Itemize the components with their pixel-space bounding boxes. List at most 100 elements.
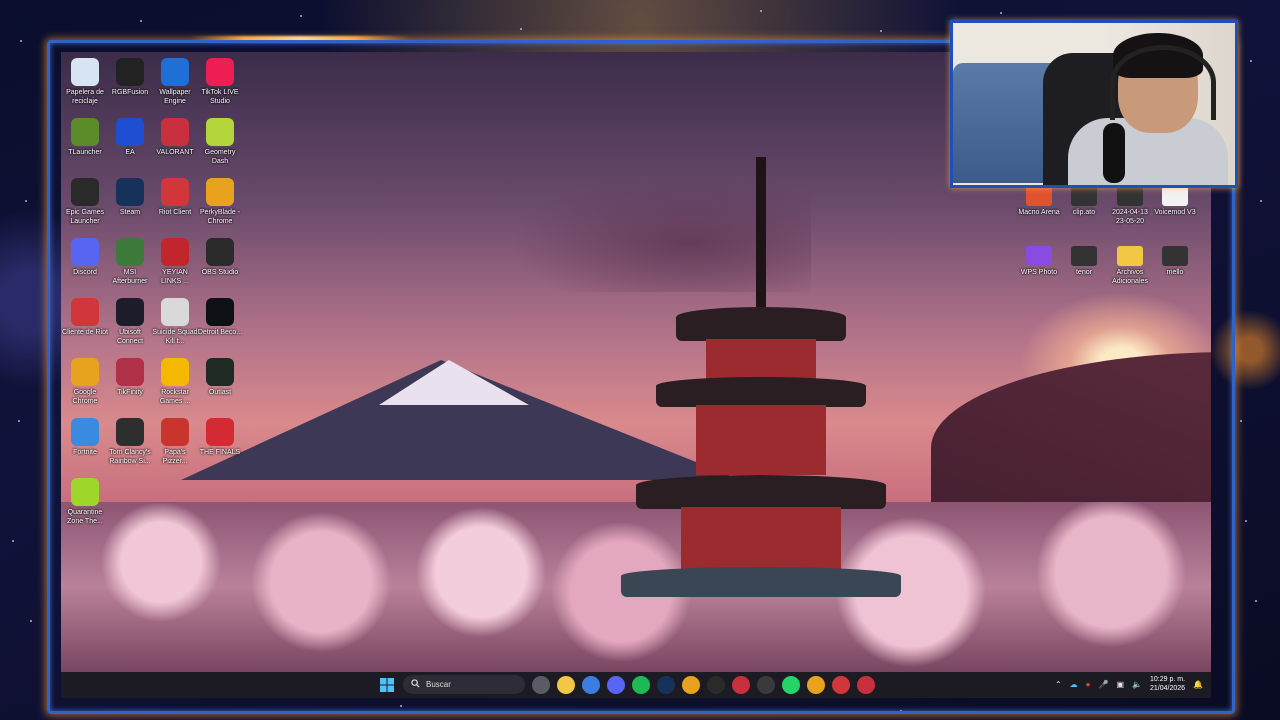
- desktop-shortcut[interactable]: Discord: [62, 236, 108, 294]
- video-file-icon: [1117, 186, 1143, 206]
- minecraft-block-icon: [71, 118, 99, 146]
- ea-icon: [116, 118, 144, 146]
- task-view-icon[interactable]: [532, 675, 550, 694]
- volume-icon[interactable]: 🔈: [1132, 680, 1142, 689]
- desktop-shortcut[interactable]: MSI Afterburner: [107, 236, 153, 294]
- desktop-shortcut-label: Outlast: [208, 389, 232, 396]
- geometry-dash-icon: [206, 118, 234, 146]
- desktop-shortcut[interactable]: TikTok LIVE Studio: [197, 56, 243, 114]
- file-explorer-icon[interactable]: [557, 675, 575, 694]
- desktop-shortcut[interactable]: Outlast: [197, 356, 243, 414]
- desktop-shortcut[interactable]: Fortnite: [62, 416, 108, 474]
- rainbow-six-icon: [116, 418, 144, 446]
- desktop-shortcut[interactable]: Suicide Squad Kill t...: [152, 296, 198, 354]
- desktop-shortcut[interactable]: VALORANT: [152, 116, 198, 174]
- desktop-shortcut[interactable]: Tom Clancy's Rainbow Si...: [107, 416, 153, 474]
- antivirus-icon[interactable]: ●: [1086, 680, 1091, 689]
- tiktok-icon: [206, 58, 234, 86]
- obs-icon: [206, 238, 234, 266]
- desktop-shortcut-label: EA: [125, 149, 135, 156]
- detroit-icon: [206, 298, 234, 326]
- discord-icon: [71, 238, 99, 266]
- fortnite-icon: [71, 418, 99, 446]
- rockstar-icon: [161, 358, 189, 386]
- whatsapp-icon[interactable]: [782, 675, 800, 694]
- spotify-icon[interactable]: [632, 675, 650, 694]
- desktop-shortcut-label: Papa's Pizzer...: [162, 449, 188, 465]
- steam-icon[interactable]: [657, 675, 675, 694]
- desktop-shortcut[interactable]: Ubisoft Connect: [107, 296, 153, 354]
- onedrive-icon[interactable]: ☁: [1070, 680, 1078, 689]
- chevron-up-icon[interactable]: ⌃: [1055, 680, 1062, 689]
- valorant-icon[interactable]: [732, 675, 750, 694]
- desktop-shortcut-label: Ubisoft Connect: [116, 329, 144, 345]
- desktop-shortcut-label: Rockstar Games ...: [159, 389, 191, 405]
- desktop-shortcut-label: Steam: [119, 209, 141, 216]
- desktop-file-label: WPS Photo: [1020, 269, 1058, 276]
- mountain-snowcap: [379, 360, 529, 405]
- desktop-shortcut[interactable]: Rockstar Games ...: [152, 356, 198, 414]
- desktop-shortcut-label: TLauncher: [68, 149, 102, 156]
- desktop-shortcut[interactable]: Papa's Pizzer...: [152, 416, 198, 474]
- desktop-shortcut[interactable]: Epic Games Launcher: [62, 176, 108, 234]
- taskbar-apps: [532, 675, 875, 694]
- desktop-shortcut[interactable]: Cliente de Riot: [62, 296, 108, 354]
- epic-games-icon[interactable]: [707, 675, 725, 694]
- network-icon[interactable]: ▣: [1116, 680, 1124, 689]
- desktop-shortcut[interactable]: Riot Client: [152, 176, 198, 234]
- desktop-shortcut-label: Fortnite: [73, 449, 97, 456]
- desktop-shortcut[interactable]: YEYIAN LINKS ...: [152, 236, 198, 294]
- desktop-shortcut-label: THE FINALS: [199, 449, 241, 456]
- wallpaper-engine-icon: [161, 58, 189, 86]
- desktop-shortcut-label: Google Chrome: [72, 389, 98, 405]
- desktop-shortcut[interactable]: PerkyBlade - Chrome: [197, 176, 243, 234]
- desktop-shortcut[interactable]: THE FINALS: [197, 416, 243, 474]
- desktop-file[interactable]: Archivos Adicionales: [1107, 244, 1153, 302]
- desktop-shortcut[interactable]: Papelera de reciclaje: [62, 56, 108, 114]
- taskbar: Buscar ⌃ ☁ ● 🎤 ▣ 🔈 10:29 p. m. 21/04/202…: [61, 672, 1211, 698]
- desktop-file[interactable]: clip.ato: [1061, 184, 1107, 242]
- desktop-file[interactable]: Voicemod V3: [1152, 184, 1198, 242]
- wps-photo-icon: [1026, 246, 1052, 266]
- microphone-icon[interactable]: 🎤: [1098, 680, 1108, 689]
- video-file-icon: [1071, 186, 1097, 206]
- riot-icon[interactable]: [832, 675, 850, 694]
- chrome-icon[interactable]: [682, 675, 700, 694]
- chrome-icon[interactable]: [807, 675, 825, 694]
- windows-start-icon[interactable]: [377, 675, 396, 694]
- steam-icon: [116, 178, 144, 206]
- papas-pizzeria-icon: [161, 418, 189, 446]
- desktop-shortcut[interactable]: Google Chrome: [62, 356, 108, 414]
- desktop-file-label: mello: [1166, 269, 1184, 276]
- desktop-file[interactable]: WPS Photo: [1016, 244, 1062, 302]
- desktop-file[interactable]: 2024-04-13 23-05-20: [1107, 184, 1153, 242]
- obs-icon[interactable]: [757, 675, 775, 694]
- desktop-shortcut[interactable]: OBS Studio: [197, 236, 243, 294]
- desktop-shortcut[interactable]: Steam: [107, 176, 153, 234]
- rgb-fusion-icon: [116, 58, 144, 86]
- taskbar-search[interactable]: Buscar: [403, 675, 525, 694]
- store-icon[interactable]: [582, 675, 600, 694]
- desktop-file[interactable]: mello: [1152, 244, 1198, 302]
- discord-icon[interactable]: [607, 675, 625, 694]
- desktop-shortcut[interactable]: TikFinity: [107, 356, 153, 414]
- desktop-shortcut[interactable]: RGBFusion: [107, 56, 153, 114]
- desktop-shortcut[interactable]: EA: [107, 116, 153, 174]
- desktop-shortcut[interactable]: Geometry Dash: [197, 116, 243, 174]
- desktop-shortcut-label: Riot Client: [158, 209, 192, 216]
- valorant-icon[interactable]: [857, 675, 875, 694]
- desktop-shortcut[interactable]: Quarantine Zone The...: [62, 476, 108, 534]
- desktop-shortcut-label: Discord: [73, 269, 97, 276]
- search-icon: [411, 679, 420, 690]
- desktop-file[interactable]: tenor: [1061, 244, 1107, 302]
- desktop-shortcut[interactable]: TLauncher: [62, 116, 108, 174]
- blank-file-icon: [1162, 186, 1188, 206]
- desktop-shortcut[interactable]: Detroit Beco...: [197, 296, 243, 354]
- taskbar-center: Buscar: [377, 675, 875, 694]
- clock[interactable]: 10:29 p. m. 21/04/2026: [1150, 675, 1185, 693]
- desktop-shortcut[interactable]: Wallpaper Engine: [152, 56, 198, 114]
- desktop-shortcut-label: VALORANT: [156, 149, 194, 156]
- desktop-file[interactable]: Macno Arena: [1016, 184, 1062, 242]
- quarantine-zone-icon: [71, 478, 99, 506]
- notifications-icon[interactable]: 🔔: [1193, 680, 1203, 689]
